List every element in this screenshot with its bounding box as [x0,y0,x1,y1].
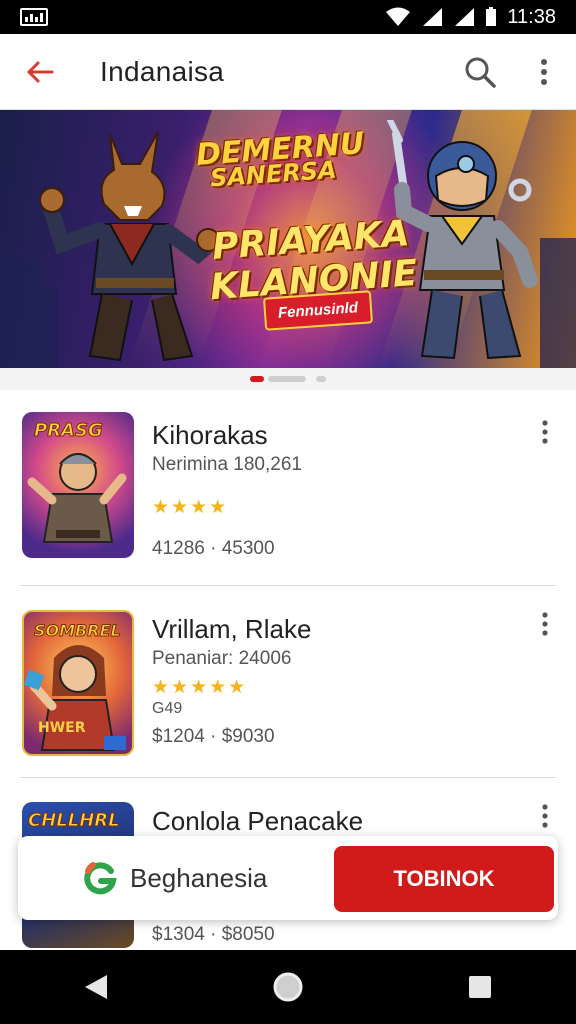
more-vert-icon [542,804,548,828]
item-menu-button[interactable] [530,798,560,834]
carousel-dot[interactable] [316,376,326,382]
nav-bar [0,950,576,1024]
more-vert-icon [542,612,548,636]
battery-icon [486,7,497,26]
list-item[interactable]: PRASG Kihorakas Nerimina 180,261 ★★★★ 41… [0,390,576,586]
heroine-icon: SOMBREL HWER [24,621,126,751]
signal-icon [423,8,443,26]
hero-icon: PRASG [27,420,127,543]
promo-banner[interactable]: DEMERNU SANERSA PRIAYAKA KLANONIE Fennus… [0,110,576,368]
svg-text:CHLLHRL: CHLLHRL [28,810,120,831]
back-button[interactable] [0,34,80,110]
arrow-back-icon [27,61,54,82]
app-thumbnail: SOMBREL HWER [22,610,134,756]
nav-recents-button[interactable] [440,957,520,1017]
install-bar: Beghanesia TOBINOK [18,836,558,920]
back-triangle-icon [85,975,107,999]
app-meta: 41286 · 45300 [152,538,275,559]
app-subtitle: Penaniar: 24006 [152,648,292,669]
home-circle-icon [273,972,303,1002]
app-meta: $1204 · $9030 [152,726,275,747]
item-menu-button[interactable] [530,414,560,450]
page-title: Indanaisa [100,55,225,87]
list-item[interactable]: SOMBREL HWER Vrillam, Rlake Penaniar: 24… [0,586,576,778]
carousel-dot[interactable] [268,376,306,382]
clock: 11:38 [507,5,556,28]
wifi-icon [386,7,411,26]
app-title: Conlola Penacake [152,806,364,836]
app-thumbnail: PRASG [22,412,134,558]
svg-text:HWER: HWER [38,720,86,736]
creature-character [40,131,220,362]
banner-building [540,238,576,368]
install-button[interactable]: TOBINOK [334,846,554,912]
overflow-menu-button[interactable] [512,34,576,110]
svg-text:SOMBREL: SOMBREL [34,621,121,640]
app-subtitle: Nerimina 180,261 [152,454,302,475]
app-extra: G49 [152,700,183,717]
brand-logo [70,836,130,920]
recents-square-icon [469,976,491,998]
item-menu-button[interactable] [530,606,560,642]
notification-icon [20,8,48,26]
app-title: Kihorakas [152,420,268,450]
screen: 11:38 Indanaisa DEMERNU SANERSA PRIAYAKA… [0,0,576,1024]
app-title: Vrillam, Rlake [152,614,312,644]
more-vert-icon [541,58,547,85]
app-bar: Indanaisa [0,34,576,110]
search-button[interactable] [448,34,512,110]
search-icon [465,57,496,88]
status-bar: 11:38 [0,0,576,34]
nav-back-button[interactable] [56,957,136,1017]
carousel-dot-active[interactable] [250,376,264,382]
nav-home-button[interactable] [248,957,328,1017]
rating-stars: ★★★★★ [152,677,248,698]
brand-name: Beghanesia [130,862,268,893]
g-logo-icon [84,862,117,895]
carousel-indicator [0,368,576,390]
rating-stars: ★★★★ [152,497,229,518]
more-vert-icon [542,420,548,444]
app-meta: $1304 · $8050 [152,924,275,945]
svg-text:PRASG: PRASG [34,420,103,441]
signal-icon-2 [455,8,475,26]
